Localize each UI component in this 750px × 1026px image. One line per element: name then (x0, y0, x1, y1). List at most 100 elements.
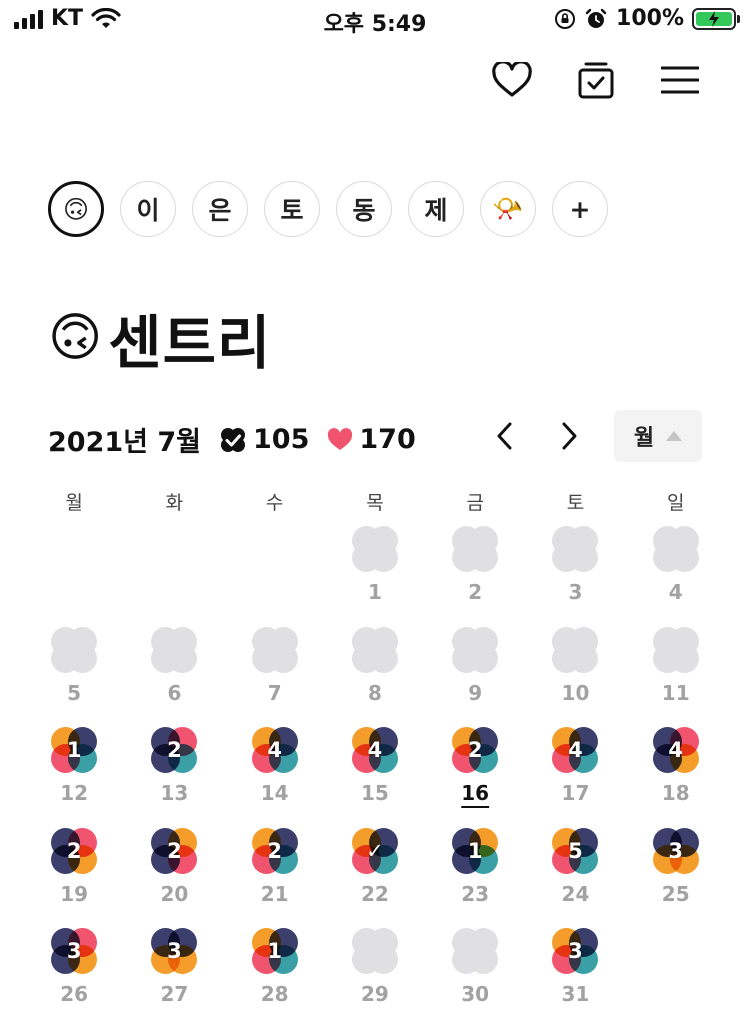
calendar-day-cell[interactable]: 30 (425, 924, 525, 1025)
day-number: 10 (561, 680, 590, 705)
calendar-day-cell[interactable]: 3 (525, 522, 625, 623)
calendar-day-cell[interactable]: 1 28 (225, 924, 325, 1025)
goal-chip-list: 🙃 이 은 토 동 제 📯 + (48, 181, 608, 237)
hamburger-menu-icon[interactable] (658, 58, 702, 102)
goal-chip-eun[interactable]: 은 (192, 181, 248, 237)
day-flower-icon (251, 626, 298, 673)
calendar-blank-cell (225, 522, 325, 623)
day-flower-icon: 2 (51, 827, 98, 874)
triangle-up-icon (666, 431, 683, 441)
goal-chip-i[interactable]: 이 (120, 181, 176, 237)
day-number: 13 (160, 781, 189, 806)
day-flower-icon: 1 (51, 727, 98, 774)
calendar-day-cell[interactable]: 2 19 (24, 824, 124, 925)
calendar-day-cell[interactable]: 1 (325, 522, 425, 623)
weekday-label: 화 (165, 492, 184, 514)
goal-chip-to[interactable]: 토 (264, 181, 320, 237)
day-flower-icon (652, 526, 699, 572)
calendar-day-cell[interactable]: 3 25 (626, 824, 726, 925)
day-number: 17 (561, 781, 590, 806)
goal-chip-je[interactable]: 제 (408, 181, 464, 237)
flower-petal (569, 643, 599, 673)
day-count: 4 (568, 738, 583, 763)
calendar-day-cell[interactable]: 5 (24, 623, 124, 724)
calendar-day-cell[interactable]: 2 20 (124, 824, 224, 925)
calendar-day-cell[interactable]: 2 (425, 522, 525, 623)
goal-chip-horn[interactable]: 📯 (480, 181, 536, 237)
day-count: 2 (267, 838, 282, 863)
day-number: 25 (661, 881, 690, 906)
check-stat: 105 (219, 424, 309, 455)
day-number: 1 (367, 580, 382, 604)
status-left: KT (14, 6, 121, 31)
day-number: 23 (461, 881, 490, 906)
weekday-label: 수 (265, 492, 284, 514)
weekday-label: 월 (65, 492, 83, 514)
calendar-day-cell[interactable]: 3 31 (525, 924, 625, 1025)
calendar-day-cell[interactable]: 2 16 (425, 723, 525, 824)
calendar-day-cell[interactable]: 3 26 (24, 924, 124, 1025)
flower-petal (168, 643, 198, 673)
calendar-day-cell[interactable]: 3 27 (124, 924, 224, 1025)
calendar-day-cell[interactable]: 9 (425, 623, 525, 724)
prev-month-button[interactable] (490, 420, 520, 452)
day-count: 3 (568, 939, 583, 964)
calendar-day-cell[interactable]: 2 13 (124, 723, 224, 824)
weekday-label: 일 (666, 492, 685, 514)
month-summary: 2021년 7월 105 170 (48, 420, 416, 459)
calendar-day-cell[interactable]: 29 (325, 924, 425, 1025)
day-flower-icon (351, 526, 398, 572)
day-number: 7 (267, 680, 282, 705)
day-number: 14 (260, 781, 289, 806)
calendar-blank-cell (24, 522, 124, 623)
day-count: 2 (167, 838, 182, 863)
status-right: 100% (554, 6, 740, 31)
next-month-button[interactable] (554, 420, 584, 452)
calendar-day-cell[interactable]: 7 (225, 623, 325, 724)
calendar-day-cell[interactable]: 6 (124, 623, 224, 724)
day-number: 27 (160, 982, 189, 1007)
calendar-day-cell[interactable]: 11 (626, 623, 726, 724)
calendar-day-cell[interactable]: 4 (626, 522, 726, 623)
calendar-day-cell[interactable]: 8 (325, 623, 425, 724)
goal-emoji: 🙃 (48, 308, 103, 368)
calendar-day-cell[interactable]: 4 14 (225, 723, 325, 824)
day-flower-icon (452, 626, 499, 673)
calendar-day-cell[interactable]: 5 24 (525, 824, 625, 925)
day-count: 2 (467, 738, 483, 763)
day-flower-icon: 1 (251, 928, 298, 975)
weekday-label: 토 (566, 492, 585, 514)
status-bar: KT 오후 5:49 100% (0, 0, 750, 40)
day-flower-icon: 3 (552, 928, 599, 975)
flower-petal (669, 543, 699, 572)
calendar-day-cell[interactable]: 1 12 (24, 723, 124, 824)
day-count: 5 (568, 838, 583, 863)
calendar-day-cell[interactable]: 4 17 (525, 723, 625, 824)
calendar-day-cell[interactable]: 2 21 (225, 824, 325, 925)
day-flower-icon (452, 928, 499, 975)
goal-chip-dong[interactable]: 동 (336, 181, 392, 237)
flower-petal (669, 643, 699, 673)
calendar-day-cell[interactable]: 1 23 (425, 824, 525, 925)
add-goal-button[interactable]: + (552, 181, 608, 237)
day-number: 30 (461, 982, 490, 1007)
day-count: 1 (267, 939, 282, 964)
goal-title: 🙃 센트리 (48, 296, 271, 380)
battery-icon (692, 7, 740, 30)
calendar-day-cell[interactable]: ✓ 22 (325, 824, 425, 925)
battery-percent: 100% (616, 6, 684, 31)
calendar-day-cell[interactable]: 4 18 (626, 723, 726, 824)
carrier-label: KT (51, 6, 84, 31)
flower-petal (68, 643, 98, 673)
calendar-day-cell[interactable]: 10 (525, 623, 625, 724)
heart-outline-icon[interactable] (490, 58, 534, 102)
day-number: 4 (668, 580, 683, 604)
day-count: 4 (668, 738, 684, 763)
view-mode-select[interactable]: 월 (614, 410, 702, 462)
checklist-icon[interactable] (574, 58, 618, 102)
calendar-day-cell[interactable]: 4 15 (325, 723, 425, 824)
heart-filled-icon (328, 427, 353, 450)
day-number: 28 (260, 982, 289, 1007)
goal-chip-emoji[interactable]: 🙃 (48, 181, 104, 237)
flower-petal (469, 945, 499, 975)
